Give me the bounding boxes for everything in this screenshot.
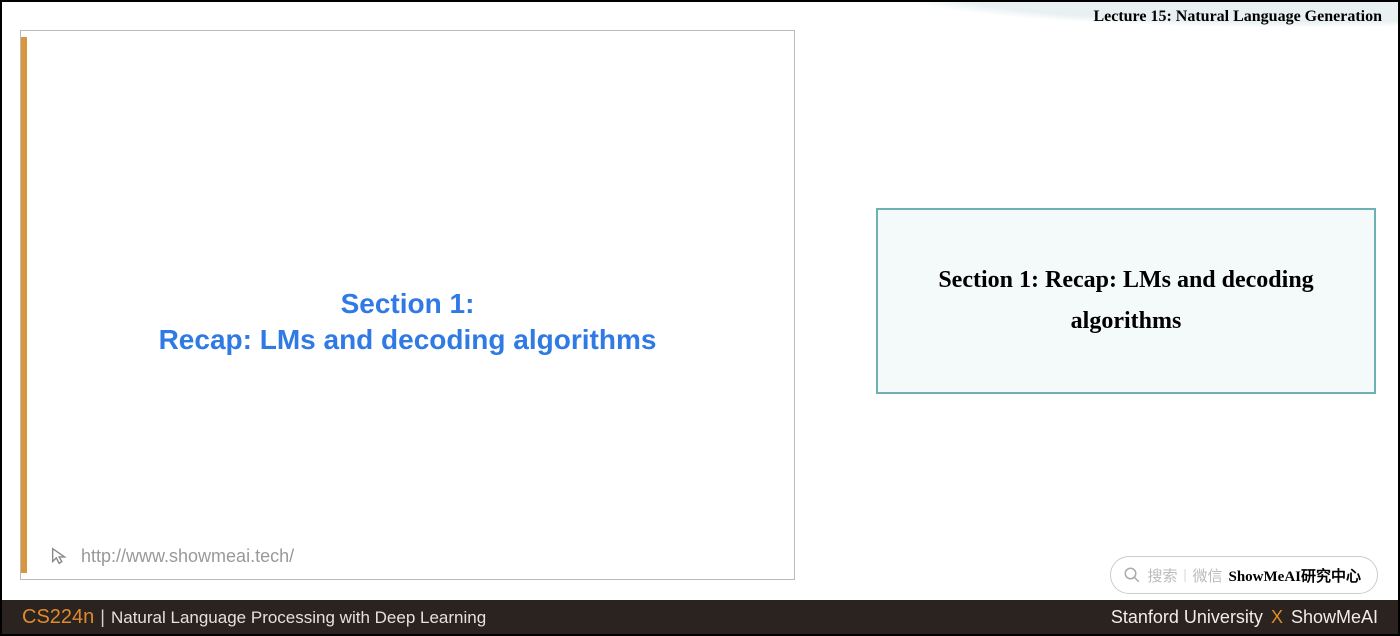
partner-name: ShowMeAI <box>1291 607 1378 628</box>
slide-preview: Section 1: Recap: LMs and decoding algor… <box>20 30 795 580</box>
search-channel-label: 微信 <box>1192 565 1222 586</box>
footer-left: CS224n | Natural Language Processing wit… <box>22 606 486 629</box>
search-brand: ShowMeAI研究中心 <box>1228 565 1361 586</box>
footer-separator: | <box>100 607 105 628</box>
footer-x-separator: X <box>1271 607 1283 628</box>
slide-footer-url: http://www.showmeai.tech/ <box>81 546 294 567</box>
course-name: Natural Language Processing with Deep Le… <box>111 608 486 628</box>
search-icon <box>1123 566 1141 584</box>
lecture-title: Lecture 15: Natural Language Generation <box>1093 8 1382 26</box>
footer-bar: CS224n | Natural Language Processing wit… <box>2 600 1398 634</box>
slide-footer: http://www.showmeai.tech/ <box>49 545 294 567</box>
search-separator: | <box>1183 567 1186 584</box>
footer-right: Stanford University X ShowMeAI <box>1111 607 1378 628</box>
course-code: CS224n <box>22 606 94 629</box>
search-hint: 搜索 <box>1147 565 1177 586</box>
slide-title-line1: Section 1: <box>21 286 794 322</box>
cursor-icon <box>49 545 71 567</box>
slide-title-line2: Recap: LMs and decoding algorithms <box>21 322 794 358</box>
callout-text: Section 1: Recap: LMs and decoding algor… <box>908 260 1344 342</box>
section-callout: Section 1: Recap: LMs and decoding algor… <box>876 208 1376 394</box>
search-wechat-pill[interactable]: 搜索 | 微信 ShowMeAI研究中心 <box>1110 556 1378 594</box>
institution-name: Stanford University <box>1111 607 1263 628</box>
slide-title: Section 1: Recap: LMs and decoding algor… <box>21 286 794 359</box>
